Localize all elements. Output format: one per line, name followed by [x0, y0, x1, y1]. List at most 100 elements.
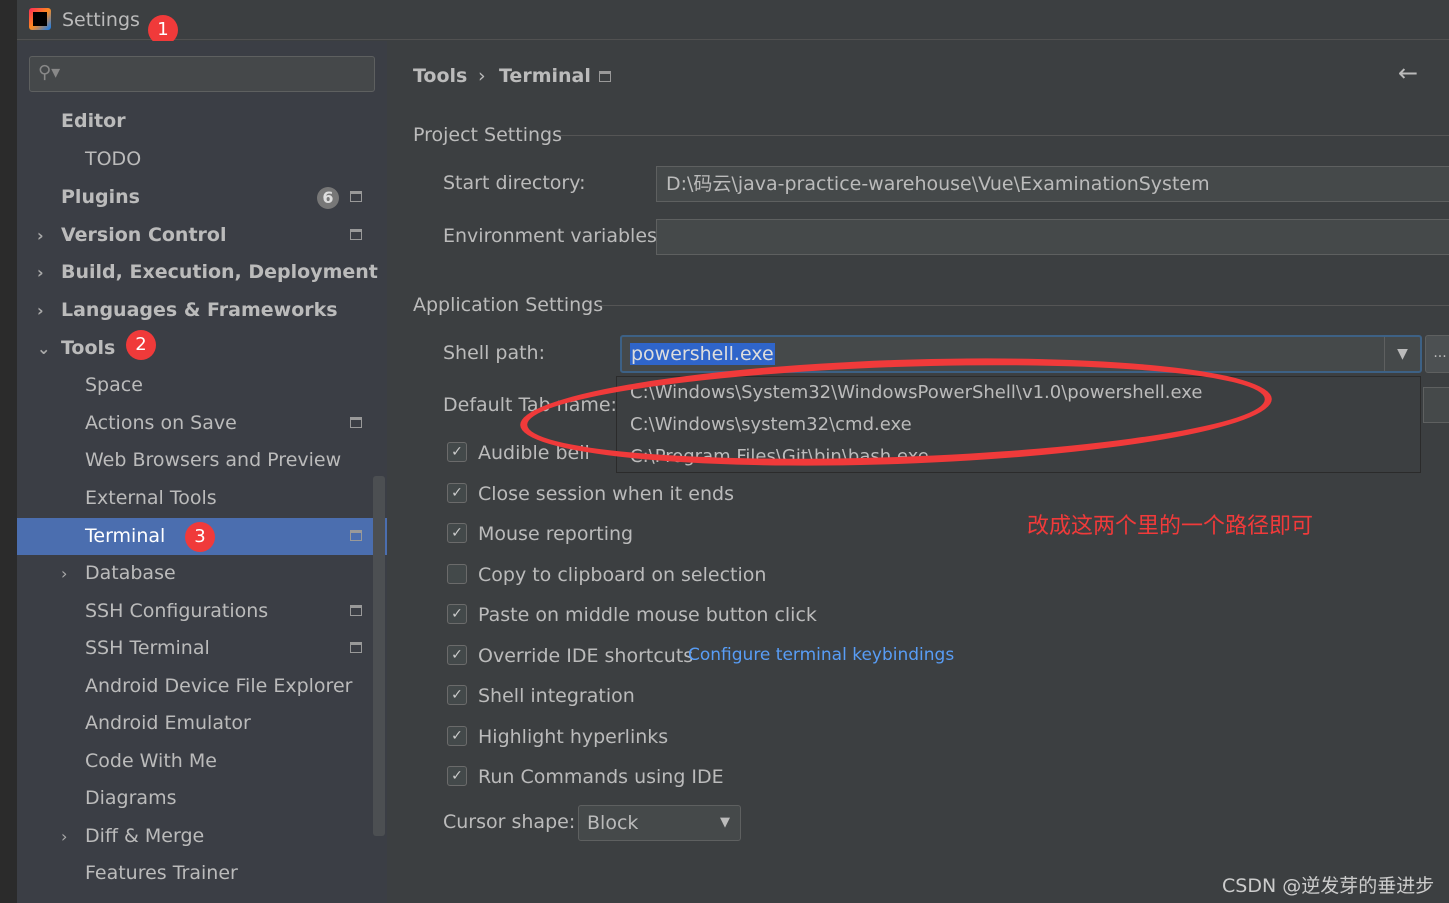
checkmark-icon[interactable]: ✓: [447, 604, 467, 624]
sidebar-item-label: Diagrams: [85, 787, 177, 809]
sidebar-item-label: Web Browsers and Preview: [85, 449, 342, 471]
sidebar-item-plugins[interactable]: Plugins 6: [17, 179, 387, 216]
sidebar-item-actions-on-save[interactable]: Actions on Save: [17, 405, 387, 442]
sidebar-scrollbar[interactable]: [373, 476, 385, 836]
configure-keybindings-link[interactable]: Configure terminal keybindings: [688, 645, 954, 665]
sidebar-item-label: Build, Execution, Deployment: [61, 261, 378, 283]
chevron-right-icon[interactable]: ›: [37, 292, 44, 329]
environment-variables-label: Environment variables:: [443, 225, 664, 247]
checkmark-icon[interactable]: ✓: [447, 726, 467, 746]
checkmark-icon[interactable]: ✓: [447, 442, 467, 462]
step-badge-2: 2: [126, 330, 156, 360]
chevron-down-icon[interactable]: ▼: [1384, 337, 1420, 371]
sidebar-item-diagrams[interactable]: Diagrams: [17, 780, 387, 817]
intellij-logo-icon: [29, 8, 51, 30]
checkmark-icon[interactable]: ✓: [447, 645, 467, 665]
background-editor-edge: [0, 0, 17, 903]
sidebar-item-label: Actions on Save: [85, 412, 237, 434]
settings-sidebar: ⚲▾ Editor TODO Plugins 6 › Version Control › Bu…: [17, 41, 387, 903]
checkmark-icon[interactable]: ✓: [447, 483, 467, 503]
sidebar-item-features-trainer[interactable]: Features Trainer: [17, 855, 387, 892]
sidebar-item-build-execution-deployment[interactable]: › Build, Execution, Deployment: [17, 254, 387, 291]
sidebar-item-ssh-configurations[interactable]: SSH Configurations: [17, 593, 387, 630]
checkmark-icon[interactable]: ✓: [447, 523, 467, 543]
shell-path-label: Shell path:: [443, 342, 545, 364]
sidebar-item-label: Database: [85, 562, 176, 584]
sidebar-item-database[interactable]: › Database: [17, 555, 387, 592]
back-arrow-icon[interactable]: ←: [1398, 59, 1418, 87]
sidebar-item-label: Plugins: [61, 186, 140, 208]
sidebar-item-code-with-me[interactable]: Code With Me: [17, 743, 387, 780]
checkbox-label: Highlight hyperlinks: [478, 726, 669, 748]
sidebar-item-label: Android Emulator: [85, 712, 251, 734]
chevron-right-icon[interactable]: ›: [61, 818, 67, 855]
sidebar-item-label: Tools: [61, 337, 116, 359]
sidebar-item-label: SSH Configurations: [85, 600, 269, 622]
checkbox-label: Override IDE shortcuts: [478, 645, 694, 667]
sidebar-item-external-tools[interactable]: External Tools: [17, 480, 387, 517]
sidebar-item-label: Features Trainer: [85, 862, 238, 884]
sidebar-item-label: Terminal: [85, 525, 166, 547]
sidebar-item-label: Code With Me: [85, 750, 217, 772]
project-settings-heading: Project Settings: [413, 124, 562, 146]
step-badge-3: 3: [185, 522, 215, 552]
settings-search-input[interactable]: ⚲▾: [29, 56, 375, 92]
sidebar-item-tools[interactable]: ⌄ Tools: [17, 330, 387, 367]
sidebar-item-label: Android Device File Explorer: [85, 675, 353, 697]
sidebar-item-label: Diff & Merge: [85, 825, 205, 847]
chevron-down-icon[interactable]: ⌄: [37, 330, 50, 367]
breadcrumb-separator-icon: ›: [478, 65, 486, 87]
project-scope-icon: [350, 605, 362, 616]
terminal-settings-panel: Tools › Terminal ← Project Settings Star…: [388, 41, 1449, 903]
sidebar-item-ssh-terminal[interactable]: SSH Terminal: [17, 630, 387, 667]
shell-path-value[interactable]: powershell.exe: [630, 343, 775, 365]
checkbox-label: Copy to clipboard on selection: [478, 564, 767, 586]
checkbox-label: Close session when it ends: [478, 483, 734, 505]
checkbox-label: Run Commands using IDE: [478, 766, 724, 788]
window-title: Settings: [62, 9, 140, 31]
sidebar-item-label: Languages & Frameworks: [61, 299, 338, 321]
chevron-down-icon: ▼: [720, 815, 730, 830]
divider: [598, 305, 1449, 306]
sidebar-item-web-browsers-and-preview[interactable]: Web Browsers and Preview: [17, 442, 387, 479]
environment-variables-field[interactable]: [656, 219, 1449, 255]
chevron-right-icon[interactable]: ›: [37, 254, 44, 291]
project-scope-icon: [350, 530, 362, 541]
sidebar-item-diff-merge[interactable]: › Diff & Merge: [17, 818, 387, 855]
sidebar-item-label: TODO: [85, 148, 142, 170]
sidebar-item-languages-frameworks[interactable]: › Languages & Frameworks: [17, 292, 387, 329]
project-scope-icon: [599, 71, 611, 82]
annotation-note: 改成这两个里的一个路径即可: [1027, 514, 1314, 539]
sidebar-item-label: Editor: [61, 110, 126, 132]
chevron-right-icon[interactable]: ›: [61, 555, 67, 592]
breadcrumb-tools[interactable]: Tools: [413, 65, 467, 87]
project-scope-icon: [350, 417, 362, 428]
cursor-shape-label: Cursor shape:: [443, 811, 576, 833]
sidebar-item-android-emulator[interactable]: Android Emulator: [17, 705, 387, 742]
browse-button[interactable]: ...: [1425, 335, 1449, 373]
chevron-right-icon[interactable]: ›: [37, 217, 44, 254]
divider: [560, 135, 1449, 136]
sidebar-item-editor[interactable]: Editor: [17, 103, 387, 140]
sidebar-item-version-control[interactable]: › Version Control: [17, 217, 387, 254]
checkbox-empty[interactable]: [447, 564, 467, 584]
start-directory-field[interactable]: D:\码云\java-practice-warehouse\Vue\Examin…: [656, 166, 1449, 202]
sidebar-item-space[interactable]: Space: [17, 367, 387, 404]
sidebar-item-label: External Tools: [85, 487, 217, 509]
project-scope-icon: [350, 642, 362, 653]
default-tab-name-field[interactable]: [1423, 387, 1449, 423]
cursor-shape-value: Block: [587, 812, 639, 834]
application-settings-heading: Application Settings: [413, 294, 604, 316]
watermark: CSDN @逆发芽的垂进步: [1222, 875, 1435, 897]
checkmark-icon[interactable]: ✓: [447, 685, 467, 705]
checkbox-label: Paste on middle mouse button click: [478, 604, 817, 626]
checkbox-label: Mouse reporting: [478, 523, 634, 545]
sidebar-item-android-device-file-explorer[interactable]: Android Device File Explorer: [17, 668, 387, 705]
project-scope-icon: [350, 229, 362, 240]
cursor-shape-select[interactable]: Block ▼: [578, 805, 741, 841]
updates-count-badge: 6: [317, 187, 339, 209]
sidebar-item-todo[interactable]: TODO: [17, 141, 387, 178]
project-scope-icon: [350, 191, 362, 202]
checkmark-icon[interactable]: ✓: [447, 766, 467, 786]
sidebar-item-label: Space: [85, 374, 143, 396]
